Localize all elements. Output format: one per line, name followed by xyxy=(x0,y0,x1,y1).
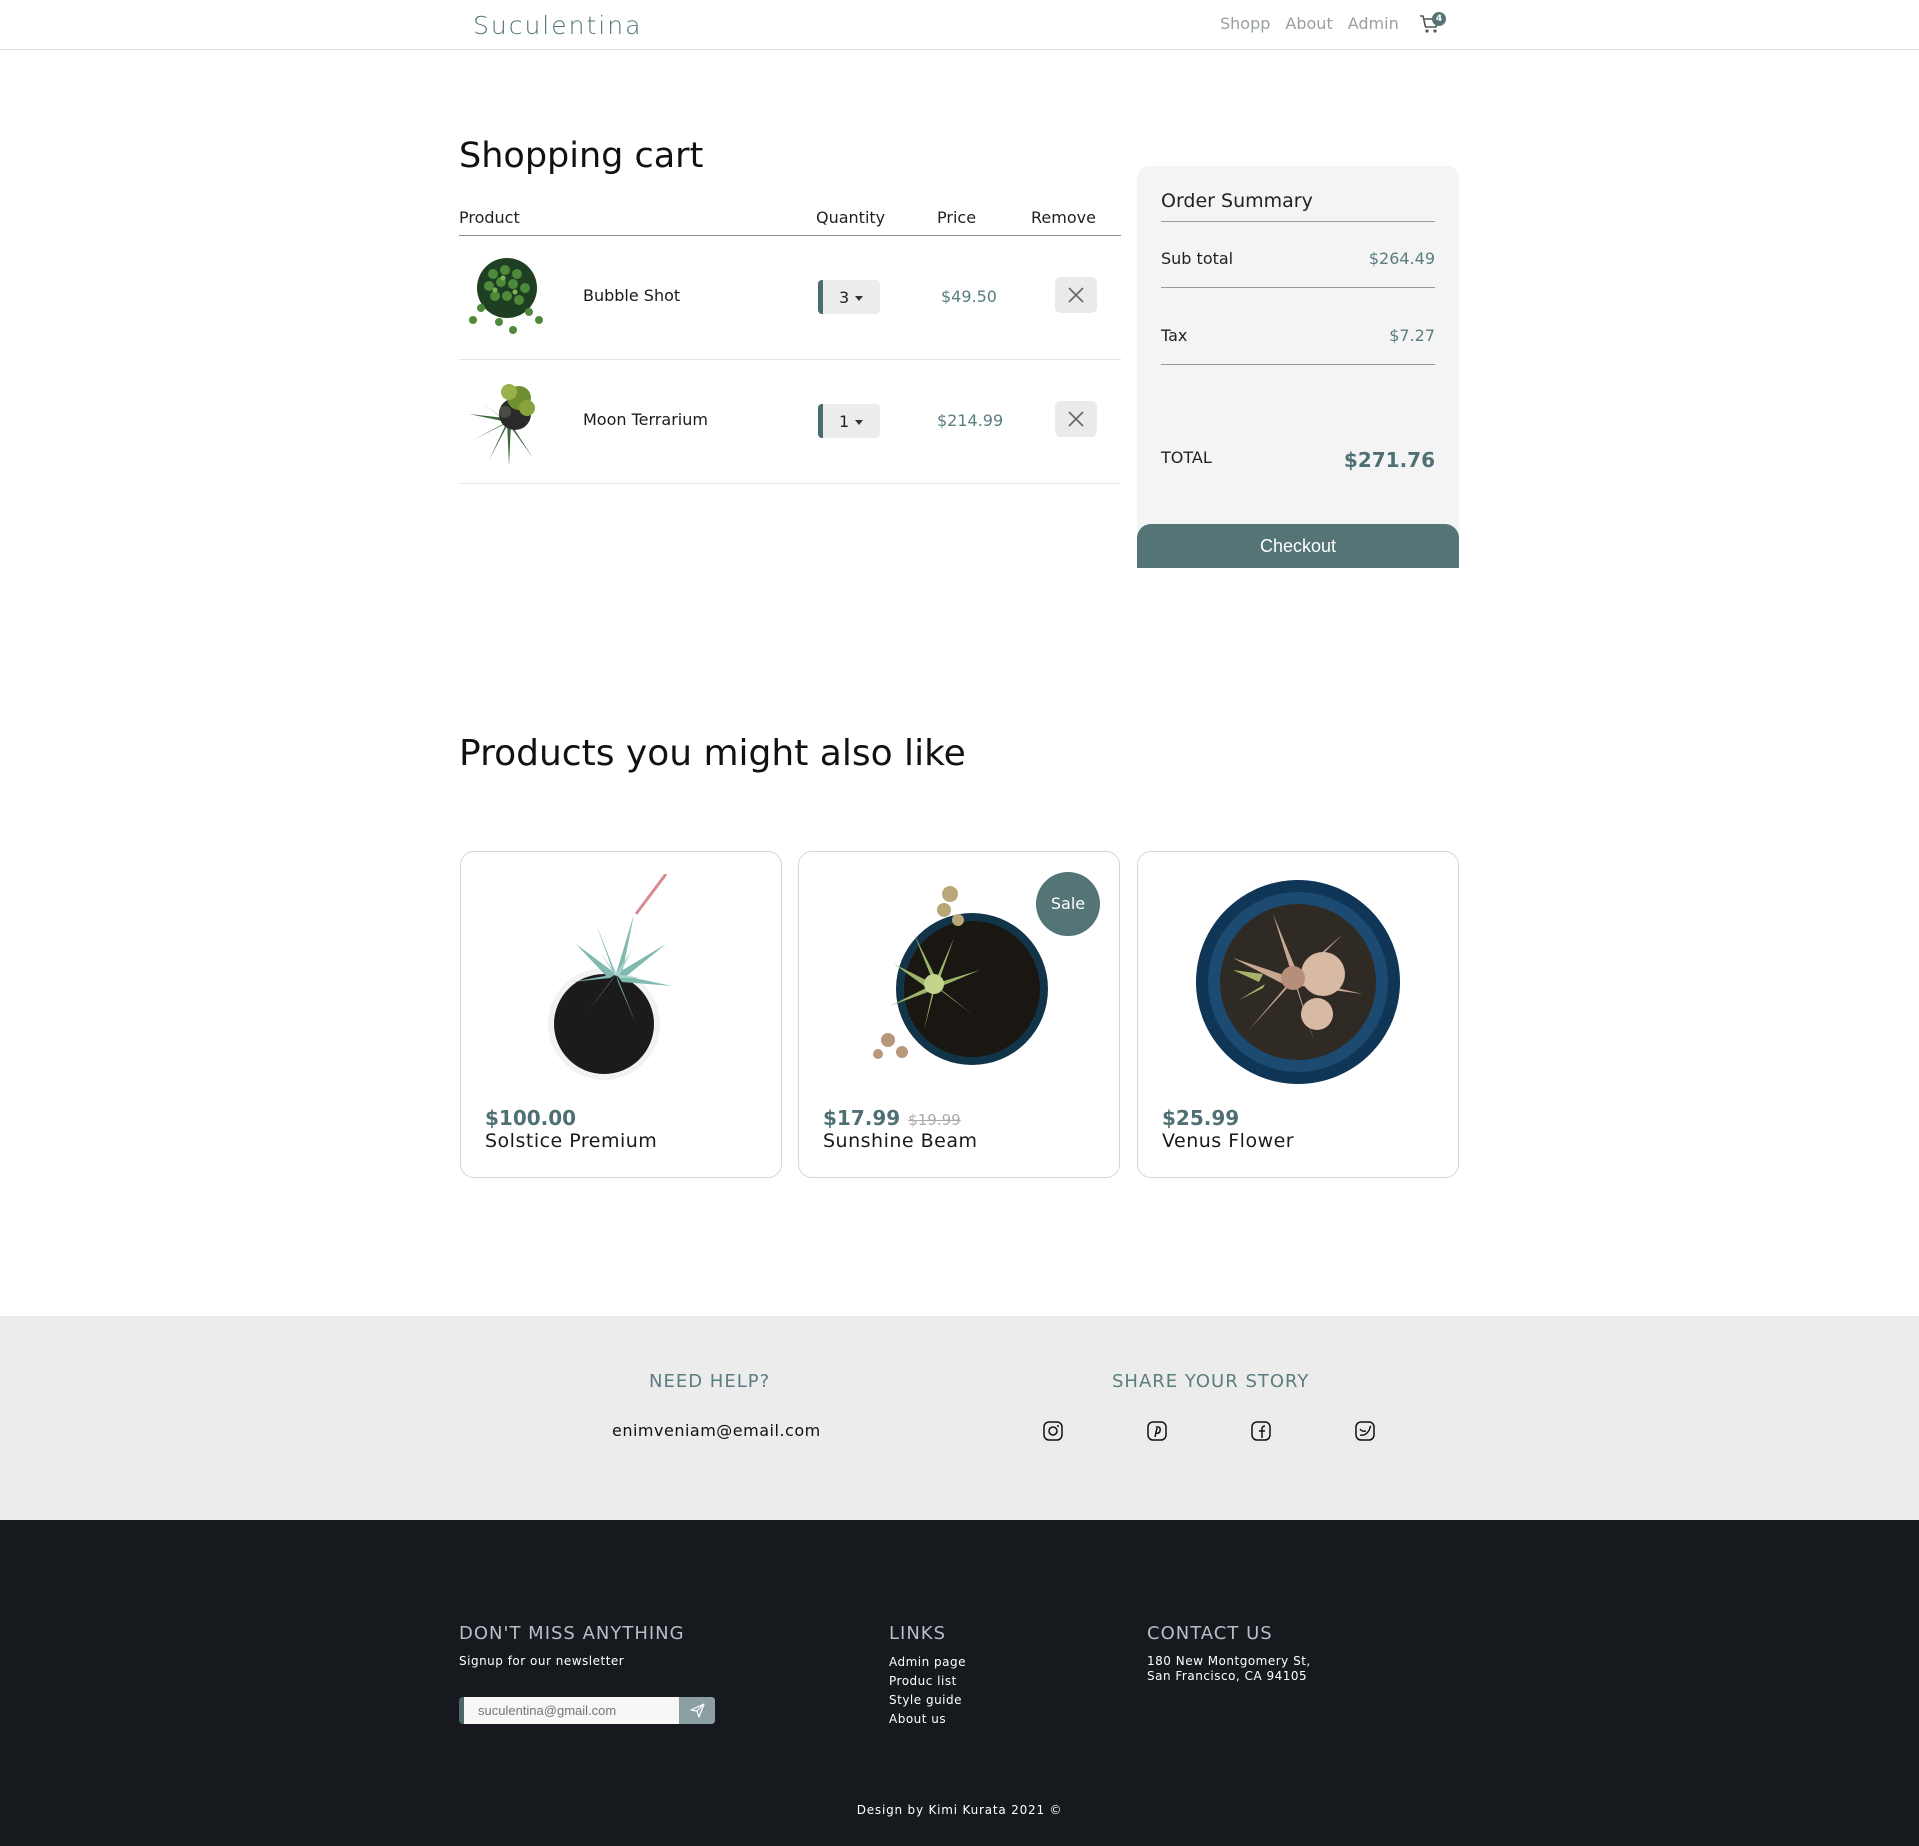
address-line-1: 180 New Montgomery St, xyxy=(1147,1654,1311,1668)
order-summary: Order Summary Sub total $264.49 Tax $7.2… xyxy=(1137,166,1459,568)
nav-links: Shopp About Admin xyxy=(1220,14,1414,33)
newsletter-form xyxy=(459,1697,715,1724)
quantity-select[interactable]: 3 xyxy=(818,280,880,314)
logo[interactable]: Suculentina xyxy=(473,11,642,40)
checkout-button[interactable]: Checkout xyxy=(1137,524,1459,568)
card-price-value: $100.00 xyxy=(485,1106,577,1130)
quantity-select[interactable]: 1 xyxy=(818,404,880,438)
subtotal-line: Sub total $264.49 xyxy=(1161,244,1435,288)
tax-label: Tax xyxy=(1161,326,1188,345)
footer: DON'T MISS ANYTHING Signup for our newsl… xyxy=(0,1520,1919,1846)
product-card[interactable]: $100.00 Solstice Premium xyxy=(460,851,782,1178)
subtotal-value: $264.49 xyxy=(1368,249,1435,268)
card-price: $100.00 xyxy=(485,1106,576,1130)
help-title: NEED HELP? xyxy=(649,1371,771,1392)
nav-link-admin[interactable]: Admin xyxy=(1348,14,1399,33)
pinterest-icon[interactable] xyxy=(1146,1420,1168,1442)
quantity-value: 1 xyxy=(839,412,850,431)
product-name: Moon Terrarium xyxy=(583,410,708,429)
close-icon xyxy=(1068,287,1084,303)
card-name: Venus Flower xyxy=(1162,1130,1295,1152)
cart-row: Moon Terrarium 1 $214.99 xyxy=(459,360,1121,484)
header-price: Price xyxy=(937,208,977,227)
tax-line: Tax $7.27 xyxy=(1161,321,1435,365)
address-line-2: San Francisco, CA 94105 xyxy=(1147,1669,1308,1683)
footer-link-product-list[interactable]: Produc list xyxy=(889,1674,957,1688)
subtotal-label: Sub total xyxy=(1161,249,1234,268)
product-price: $214.99 xyxy=(937,411,1004,430)
product-name: Bubble Shot xyxy=(583,286,681,305)
total-value: $271.76 xyxy=(1343,448,1435,472)
chevron-down-icon xyxy=(855,420,864,425)
card-old-price: $19.99 xyxy=(908,1111,961,1129)
header-product: Product xyxy=(459,208,520,227)
links-title: LINKS xyxy=(889,1623,947,1644)
product-price: $49.50 xyxy=(941,287,997,306)
cart-title: Shopping cart xyxy=(459,136,704,176)
tax-value: $7.27 xyxy=(1389,326,1435,345)
total-label: TOTAL xyxy=(1161,448,1212,467)
product-image xyxy=(469,258,543,334)
footer-link-style-guide[interactable]: Style guide xyxy=(889,1693,962,1707)
card-price-value: $17.99 xyxy=(823,1106,901,1130)
footer-link-admin[interactable]: Admin page xyxy=(889,1655,966,1669)
summary-title: Order Summary xyxy=(1161,190,1435,222)
header-remove: Remove xyxy=(1031,208,1096,227)
recommended-title: Products you might also like xyxy=(459,733,966,774)
card-name: Solstice Premium xyxy=(485,1130,658,1152)
close-icon xyxy=(1068,411,1084,427)
card-price-value: $25.99 xyxy=(1162,1106,1240,1130)
remove-button[interactable] xyxy=(1055,277,1097,313)
quantity-value: 3 xyxy=(839,288,850,307)
card-price: $17.99 $19.99 xyxy=(823,1106,961,1130)
newsletter-subtitle: Signup for our newsletter xyxy=(459,1654,625,1668)
newsletter-email-input[interactable] xyxy=(464,1697,675,1724)
credit-text: Design by Kimi Kurata 2021 © xyxy=(856,1803,1063,1817)
cart-row: Bubble Shot 3 $49.50 xyxy=(459,236,1121,360)
nav-link-shop[interactable]: Shopp xyxy=(1220,14,1270,33)
remove-button[interactable] xyxy=(1055,401,1097,437)
card-name: Sunshine Beam xyxy=(823,1130,978,1152)
newsletter-title: DON'T MISS ANYTHING xyxy=(459,1623,685,1644)
chevron-down-icon xyxy=(855,296,864,301)
product-card[interactable]: $25.99 Venus Flower xyxy=(1137,851,1459,1178)
product-image xyxy=(873,886,1048,1065)
card-price: $25.99 xyxy=(1162,1106,1239,1130)
product-card[interactable]: Sale $17.99 $19.99 Sunshine Beam xyxy=(798,851,1120,1178)
nav-link-about[interactable]: About xyxy=(1285,14,1332,33)
header-quantity: Quantity xyxy=(816,208,886,227)
help-section: NEED HELP? enimveniam@email.com SHARE YO… xyxy=(0,1316,1919,1520)
contact-title: CONTACT US xyxy=(1147,1623,1273,1644)
product-image xyxy=(548,874,672,1080)
product-image xyxy=(1196,880,1400,1084)
footer-link-about[interactable]: About us xyxy=(889,1712,946,1726)
cart-table: Product Quantity Price Remove Bubble Sho… xyxy=(459,205,1121,484)
product-image xyxy=(469,384,535,466)
instagram-icon[interactable] xyxy=(1042,1420,1064,1442)
facebook-icon[interactable] xyxy=(1250,1420,1272,1442)
newsletter-submit-button[interactable] xyxy=(679,1697,715,1724)
navbar: Suculentina Shopp About Admin 4 xyxy=(0,0,1919,50)
cart-header: Product Quantity Price Remove xyxy=(459,205,1121,236)
sale-badge: Sale xyxy=(1036,872,1100,936)
twitter-icon[interactable] xyxy=(1354,1420,1376,1442)
share-title: SHARE YOUR STORY xyxy=(1112,1371,1310,1392)
send-icon xyxy=(690,1703,705,1718)
help-email[interactable]: enimveniam@email.com xyxy=(612,1421,821,1440)
cart-count-badge: 4 xyxy=(1432,12,1446,26)
